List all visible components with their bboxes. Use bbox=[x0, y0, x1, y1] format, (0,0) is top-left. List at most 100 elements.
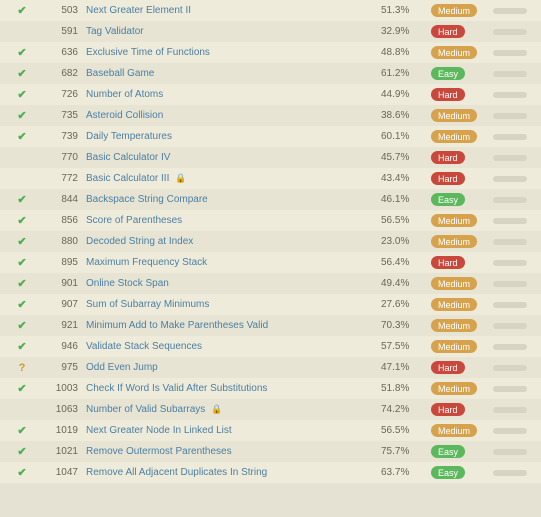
acceptance-rate: 38.6% bbox=[381, 110, 431, 121]
status-cell: ✔ bbox=[0, 109, 44, 122]
difficulty-pill: Medium bbox=[431, 235, 477, 248]
frequency-cell[interactable] bbox=[493, 239, 541, 245]
frequency-cell[interactable] bbox=[493, 71, 541, 77]
status-cell: ✔ bbox=[0, 46, 44, 59]
difficulty-cell: Easy bbox=[431, 67, 493, 80]
difficulty-cell: Medium bbox=[431, 382, 493, 395]
problem-id: 739 bbox=[44, 131, 86, 142]
frequency-cell[interactable] bbox=[493, 50, 541, 56]
title-cell: Minimum Add to Make Parentheses Valid bbox=[86, 320, 381, 331]
difficulty-pill: Easy bbox=[431, 193, 465, 206]
frequency-cell[interactable] bbox=[493, 344, 541, 350]
acceptance-rate: 57.5% bbox=[381, 341, 431, 352]
problem-link[interactable]: Tag Validator bbox=[86, 26, 144, 37]
problem-link[interactable]: Remove All Adjacent Duplicates In String bbox=[86, 467, 267, 478]
problem-link[interactable]: Online Stock Span bbox=[86, 278, 169, 289]
problem-link[interactable]: Number of Valid Subarrays bbox=[86, 404, 205, 415]
difficulty-cell: Medium bbox=[431, 319, 493, 332]
acceptance-rate: 27.6% bbox=[381, 299, 431, 310]
table-row: ✔895Maximum Frequency Stack56.4%Hard bbox=[0, 252, 541, 273]
acceptance-rate: 46.1% bbox=[381, 194, 431, 205]
problem-link[interactable]: Score of Parentheses bbox=[86, 215, 182, 226]
problem-link[interactable]: Baseball Game bbox=[86, 68, 154, 79]
frequency-cell[interactable] bbox=[493, 176, 541, 182]
frequency-bar bbox=[493, 134, 527, 140]
frequency-cell[interactable] bbox=[493, 386, 541, 392]
frequency-cell[interactable] bbox=[493, 134, 541, 140]
problem-id: 1003 bbox=[44, 383, 86, 394]
acceptance-rate: 45.7% bbox=[381, 152, 431, 163]
problem-link[interactable]: Odd Even Jump bbox=[86, 362, 158, 373]
table-row: ✔1021Remove Outermost Parentheses75.7%Ea… bbox=[0, 441, 541, 462]
frequency-cell[interactable] bbox=[493, 8, 541, 14]
problem-link[interactable]: Minimum Add to Make Parentheses Valid bbox=[86, 320, 268, 331]
difficulty-pill: Medium bbox=[431, 277, 477, 290]
frequency-cell[interactable] bbox=[493, 113, 541, 119]
problem-id: 770 bbox=[44, 152, 86, 163]
problem-link[interactable]: Decoded String at Index bbox=[86, 236, 193, 247]
acceptance-rate: 23.0% bbox=[381, 236, 431, 247]
acceptance-rate: 56.5% bbox=[381, 215, 431, 226]
table-row: ✔907Sum of Subarray Minimums27.6%Medium bbox=[0, 294, 541, 315]
frequency-cell[interactable] bbox=[493, 92, 541, 98]
problem-id: 1021 bbox=[44, 446, 86, 457]
frequency-cell[interactable] bbox=[493, 365, 541, 371]
title-cell: Backspace String Compare bbox=[86, 194, 381, 205]
problem-link[interactable]: Next Greater Node In Linked List bbox=[86, 425, 232, 436]
difficulty-pill: Hard bbox=[431, 25, 465, 38]
difficulty-cell: Hard bbox=[431, 403, 493, 416]
frequency-cell[interactable] bbox=[493, 302, 541, 308]
problem-link[interactable]: Number of Atoms bbox=[86, 89, 163, 100]
problem-id: 895 bbox=[44, 257, 86, 268]
title-cell: Tag Validator bbox=[86, 26, 381, 37]
problem-link[interactable]: Validate Stack Sequences bbox=[86, 341, 202, 352]
title-cell: Number of Atoms bbox=[86, 89, 381, 100]
frequency-cell[interactable] bbox=[493, 281, 541, 287]
check-icon: ✔ bbox=[17, 445, 26, 458]
problem-id: 682 bbox=[44, 68, 86, 79]
frequency-cell[interactable] bbox=[493, 449, 541, 455]
frequency-cell[interactable] bbox=[493, 407, 541, 413]
problem-link[interactable]: Daily Temperatures bbox=[86, 131, 172, 142]
problem-link[interactable]: Next Greater Element II bbox=[86, 5, 191, 16]
table-row: ✔844Backspace String Compare46.1%Easy bbox=[0, 189, 541, 210]
check-icon: ✔ bbox=[17, 4, 26, 17]
acceptance-rate: 44.9% bbox=[381, 89, 431, 100]
acceptance-rate: 56.5% bbox=[381, 425, 431, 436]
title-cell: Remove Outermost Parentheses bbox=[86, 446, 381, 457]
table-row: ✔921Minimum Add to Make Parentheses Vali… bbox=[0, 315, 541, 336]
status-cell: ✔ bbox=[0, 256, 44, 269]
difficulty-pill: Medium bbox=[431, 298, 477, 311]
problem-link[interactable]: Basic Calculator IV bbox=[86, 152, 170, 163]
check-icon: ✔ bbox=[17, 277, 26, 290]
status-cell: ✔ bbox=[0, 88, 44, 101]
table-row: ✔682Baseball Game61.2%Easy bbox=[0, 63, 541, 84]
frequency-cell[interactable] bbox=[493, 260, 541, 266]
problem-id: 1047 bbox=[44, 467, 86, 478]
problem-link[interactable]: Backspace String Compare bbox=[86, 194, 208, 205]
frequency-cell[interactable] bbox=[493, 470, 541, 476]
problem-link[interactable]: Basic Calculator III bbox=[86, 173, 169, 184]
title-cell: Validate Stack Sequences bbox=[86, 341, 381, 352]
frequency-cell[interactable] bbox=[493, 323, 541, 329]
difficulty-pill: Medium bbox=[431, 340, 477, 353]
problem-link[interactable]: Maximum Frequency Stack bbox=[86, 257, 207, 268]
frequency-cell[interactable] bbox=[493, 197, 541, 203]
status-cell: ✔ bbox=[0, 319, 44, 332]
problem-link[interactable]: Asteroid Collision bbox=[86, 110, 163, 121]
problem-link[interactable]: Exclusive Time of Functions bbox=[86, 47, 210, 58]
problem-link[interactable]: Remove Outermost Parentheses bbox=[86, 446, 232, 457]
frequency-bar bbox=[493, 113, 527, 119]
difficulty-cell: Medium bbox=[431, 424, 493, 437]
problem-link[interactable]: Check If Word Is Valid After Substitutio… bbox=[86, 383, 267, 394]
acceptance-rate: 47.1% bbox=[381, 362, 431, 373]
check-icon: ✔ bbox=[17, 382, 26, 395]
table-row: ?975Odd Even Jump47.1%Hard bbox=[0, 357, 541, 378]
frequency-cell[interactable] bbox=[493, 218, 541, 224]
frequency-cell[interactable] bbox=[493, 29, 541, 35]
frequency-cell[interactable] bbox=[493, 428, 541, 434]
table-row: ✔1047Remove All Adjacent Duplicates In S… bbox=[0, 462, 541, 483]
table-row: 770Basic Calculator IV45.7%Hard bbox=[0, 147, 541, 168]
problem-link[interactable]: Sum of Subarray Minimums bbox=[86, 299, 209, 310]
frequency-cell[interactable] bbox=[493, 155, 541, 161]
